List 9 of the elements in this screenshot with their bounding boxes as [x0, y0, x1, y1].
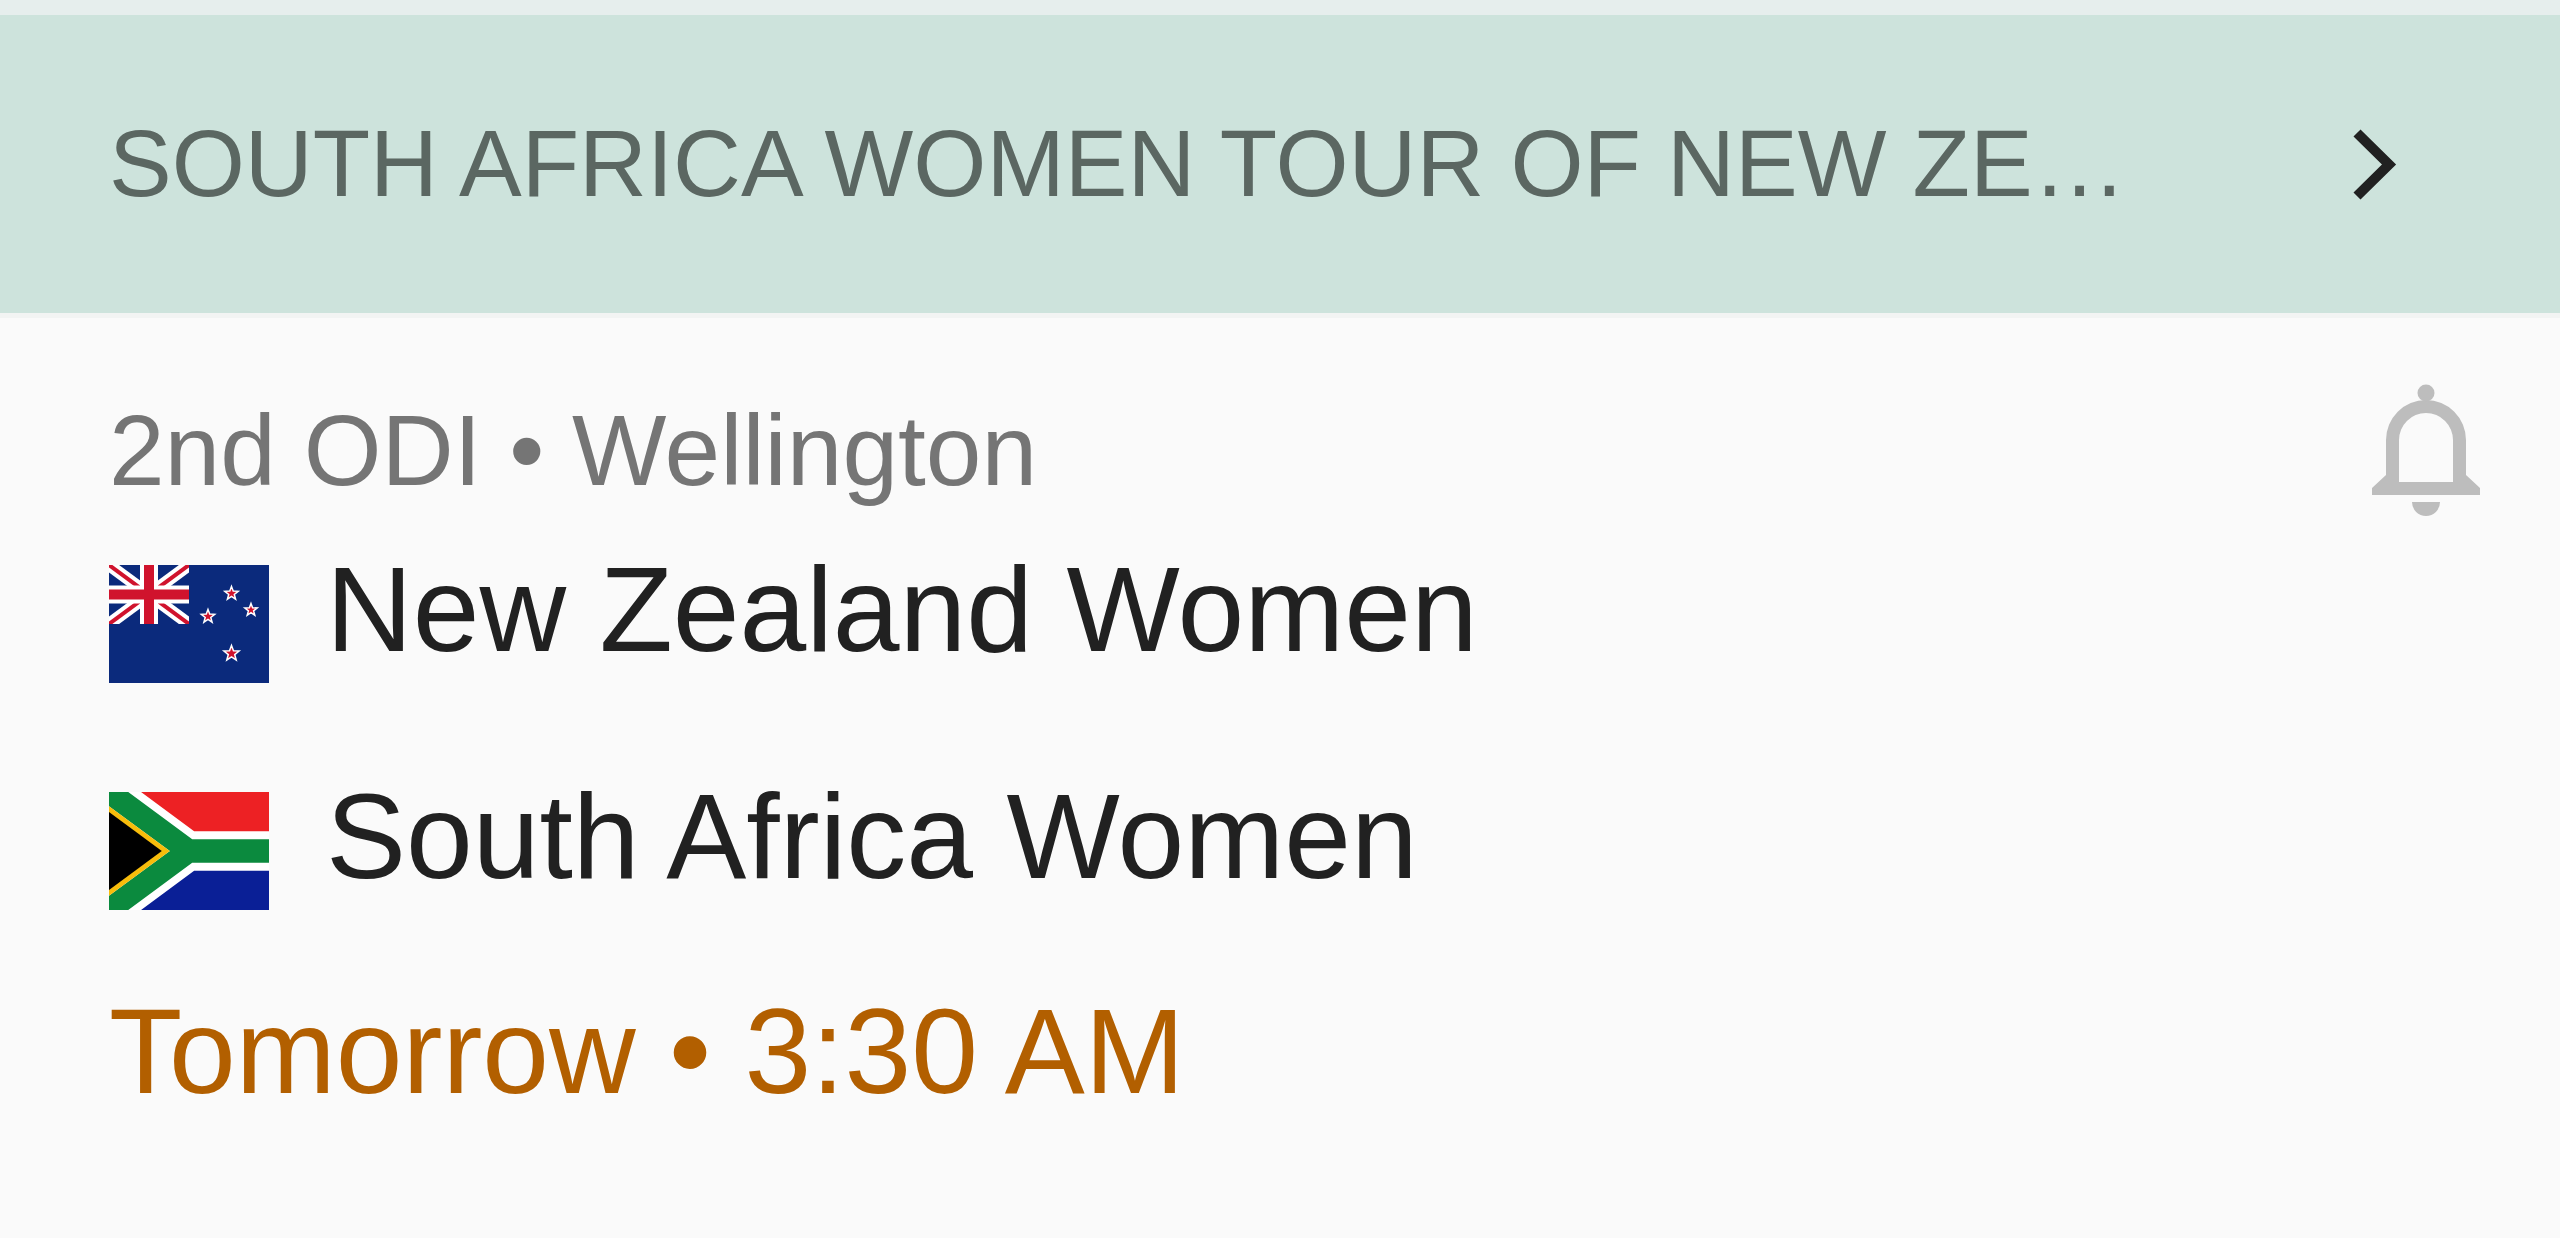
team-name: New Zealand Women [326, 541, 1478, 678]
match-description: 2nd ODI • Wellington [109, 393, 1038, 508]
chevron-icon [2351, 128, 2397, 200]
south-africa-flag-icon [109, 792, 269, 910]
bell-icon[interactable] [2370, 384, 2482, 516]
team-name: South Africa Women [326, 768, 1418, 905]
new-zealand-flag-icon [109, 565, 269, 683]
match-start-time: Tomorrow • 3:30 AM [109, 986, 1185, 1116]
series-header[interactable]: SOUTH AFRICA WOMEN TOUR OF NEW ZE… [0, 15, 2560, 313]
